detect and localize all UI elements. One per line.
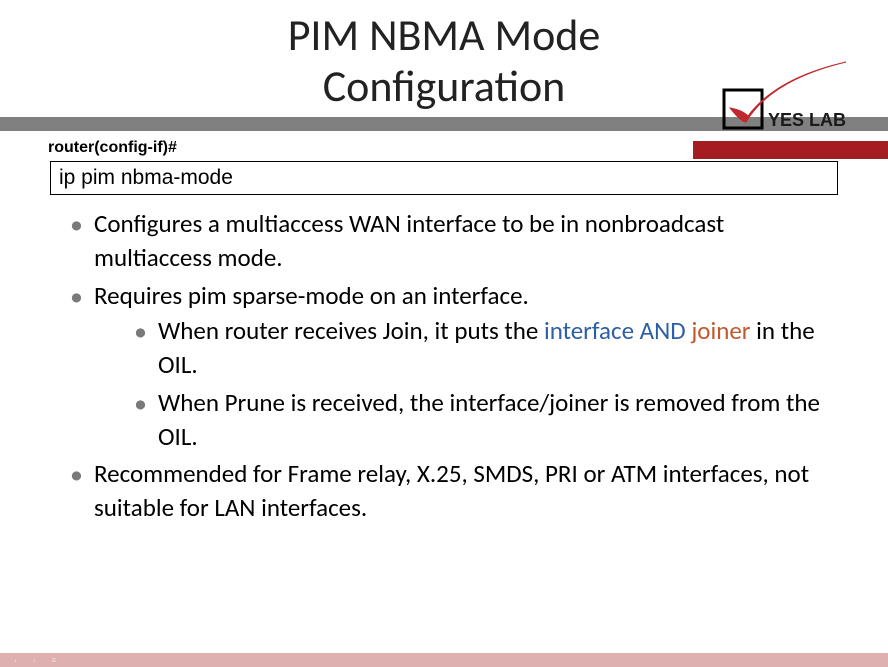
checkmark-icon: YES LAB: [716, 60, 876, 135]
command-text: ip pim nbma-mode: [59, 166, 233, 189]
bullet-list: Configures a multiaccess WAN interface t…: [0, 207, 888, 525]
list-item: Configures a multiaccess WAN interface t…: [70, 207, 833, 275]
menu-icon[interactable]: ≡: [52, 655, 56, 666]
title-line-2: Configuration: [323, 59, 566, 113]
highlight-blue: interface AND: [544, 315, 691, 346]
bullet-text-pre: When router receives Join, it puts the: [158, 315, 544, 346]
list-item: Requires pim sparse-mode on an interface…: [70, 279, 833, 454]
bullet-text: Requires pim sparse-mode on an interface…: [94, 280, 529, 311]
list-item: When router receives Join, it puts the i…: [134, 314, 833, 382]
title-line-1: PIM NBMA Mode: [288, 8, 601, 62]
next-icon[interactable]: ›: [33, 655, 36, 666]
slide: PIM NBMA Mode Configuration YES LAB rout…: [0, 0, 888, 667]
bullet-text: Configures a multiaccess WAN interface t…: [94, 208, 724, 273]
bullet-text: When Prune is received, the interface/jo…: [158, 387, 820, 452]
list-item: When Prune is received, the interface/jo…: [134, 386, 833, 454]
yeslab-logo: YES LAB: [716, 60, 876, 135]
bullet-text: Recommended for Frame relay, X.25, SMDS,…: [94, 458, 809, 523]
divider-red: [693, 141, 888, 159]
player-controls[interactable]: ‹ › ≡: [0, 653, 70, 667]
highlight-orange: joiner: [691, 315, 750, 346]
command-box: ip pim nbma-mode: [50, 161, 838, 195]
logo-text: YES LAB: [768, 110, 846, 130]
prev-icon[interactable]: ‹: [14, 655, 17, 666]
list-item: Recommended for Frame relay, X.25, SMDS,…: [70, 457, 833, 525]
footer-bar: [0, 653, 888, 667]
